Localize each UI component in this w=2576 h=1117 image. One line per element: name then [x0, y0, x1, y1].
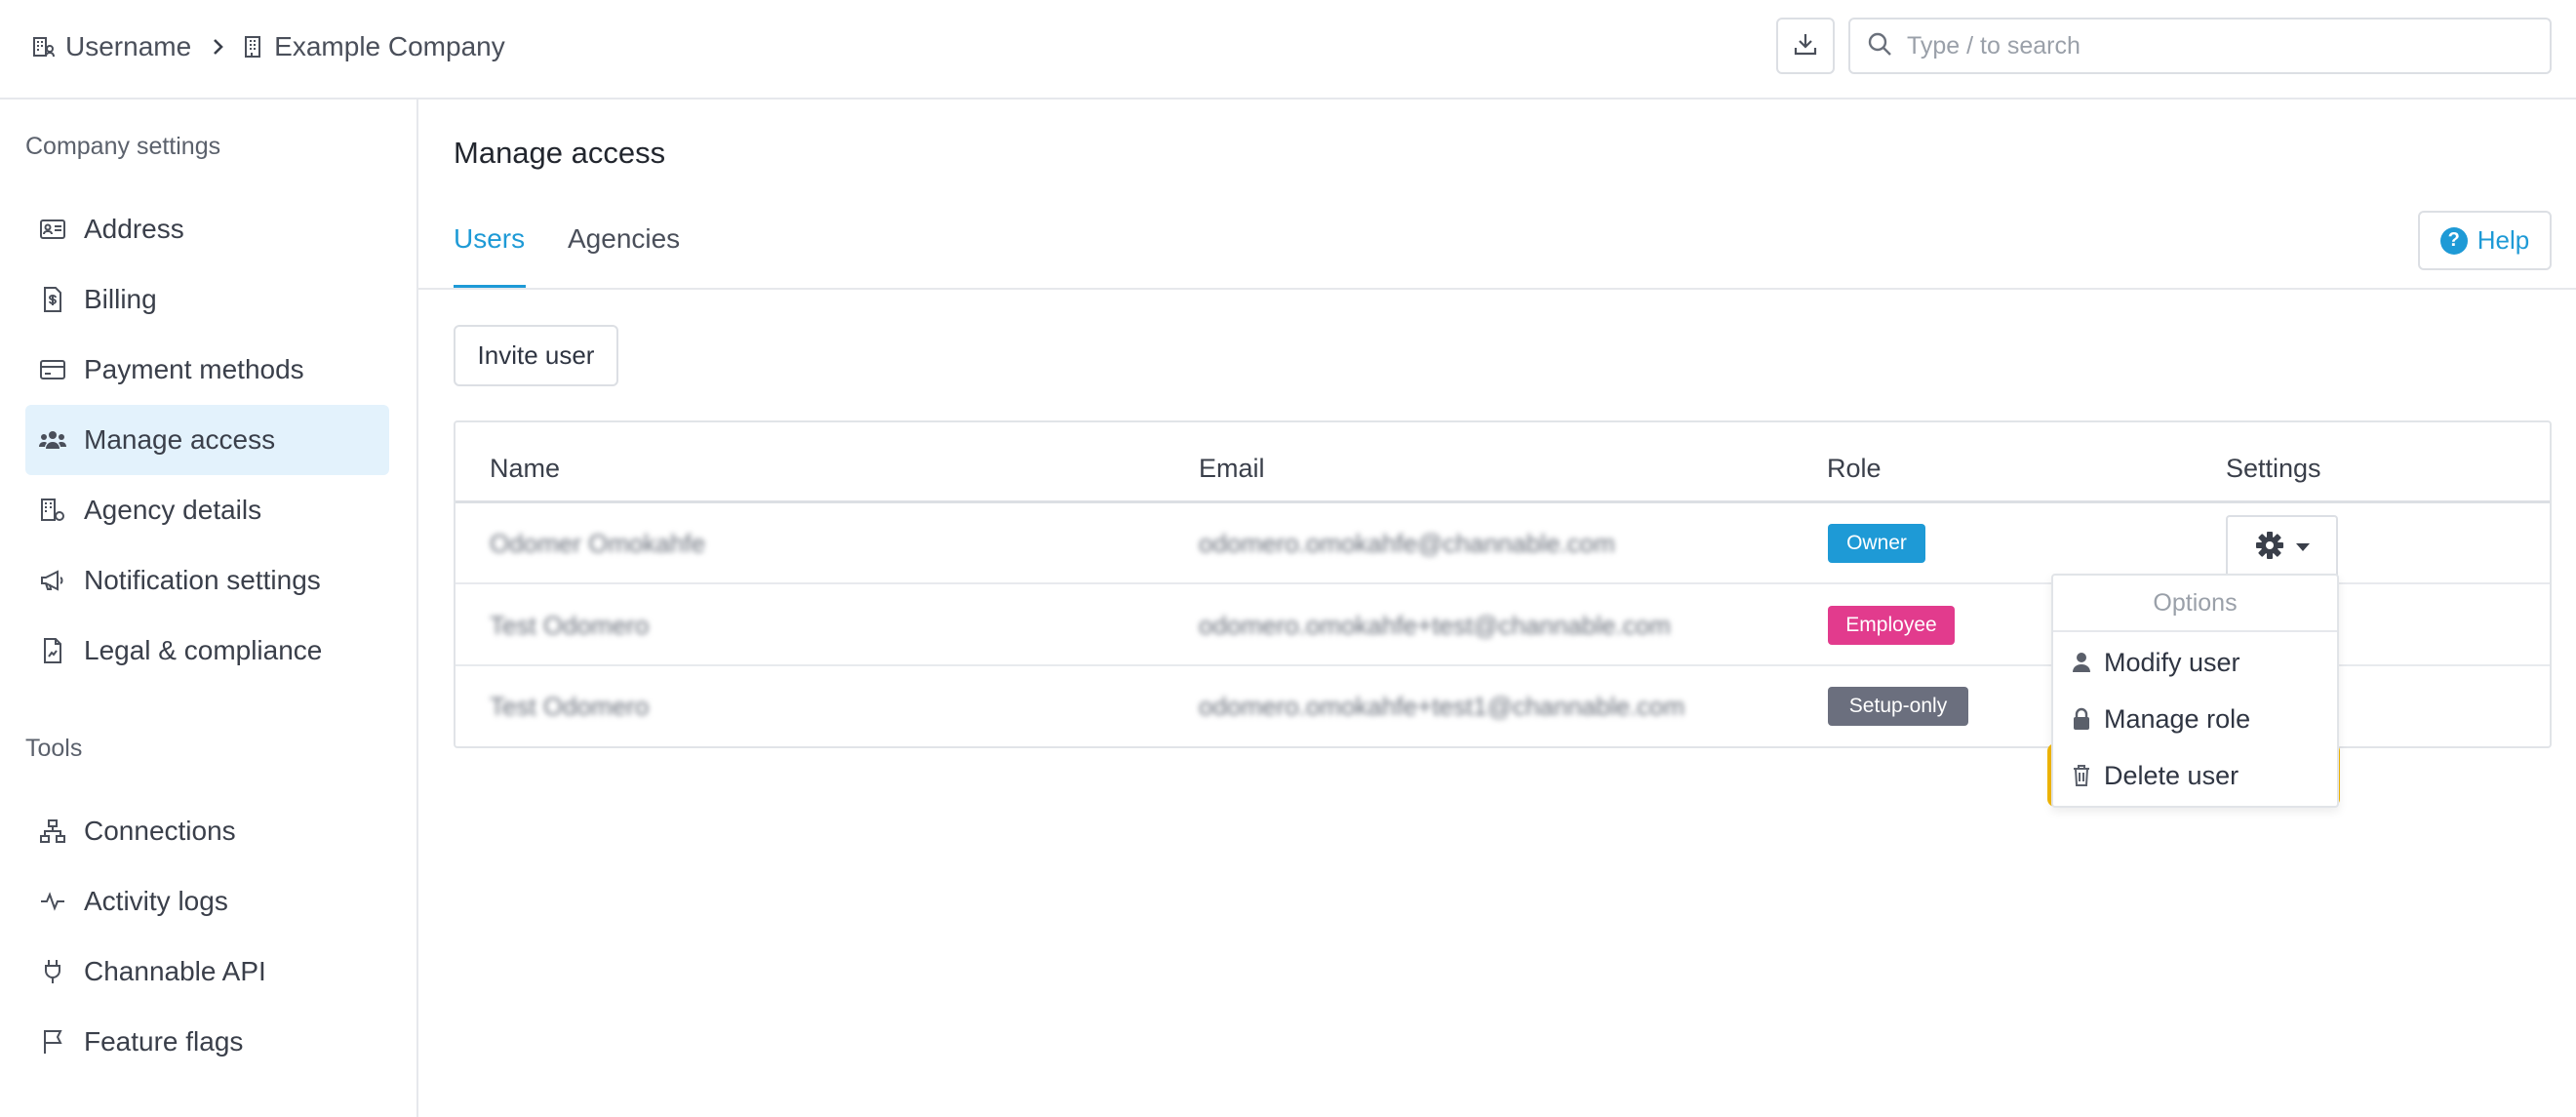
- address-card-icon: [37, 214, 68, 245]
- chevron-right-icon: [201, 35, 234, 59]
- tab-agencies[interactable]: Agencies: [568, 223, 680, 255]
- flag-icon: [37, 1026, 68, 1057]
- sidebar-item-billing[interactable]: Billing: [25, 264, 389, 335]
- sidebar-item-label: Feature flags: [84, 1026, 244, 1057]
- sidebar-item-feature-flags[interactable]: Feature flags: [25, 1007, 389, 1077]
- search-icon: [1866, 30, 1893, 62]
- sidebar-item-label: Activity logs: [84, 886, 228, 916]
- user-email: odomero.omokahfe@channable.com: [1199, 529, 1615, 558]
- breadcrumb-company[interactable]: Example Company: [274, 31, 505, 62]
- sidebar-item-label: Address: [84, 214, 184, 244]
- sidebar-item-label: Manage access: [84, 424, 276, 455]
- sidebar-item-legal-compliance[interactable]: Legal & compliance: [25, 616, 389, 686]
- trash-icon: [2071, 764, 2092, 787]
- menu-item-delete-user[interactable]: Delete user: [2053, 747, 2337, 804]
- sidebar-item-label: Payment methods: [84, 354, 304, 384]
- menu-item-modify-user[interactable]: Modify user: [2053, 634, 2337, 691]
- sidebar-item-label: Connections: [84, 816, 236, 846]
- gear-icon: [2254, 530, 2285, 566]
- caret-down-icon: [2295, 539, 2311, 557]
- breadcrumb: Username Example Company: [31, 27, 505, 66]
- users-icon: [37, 424, 68, 456]
- download-icon: [1792, 30, 1819, 62]
- user-icon: [2071, 651, 2092, 674]
- top-bar: Username Example Company: [0, 0, 2576, 100]
- user-name: Odomer Omokahfe: [490, 529, 706, 558]
- role-badge-setup-only: Setup-only: [1828, 687, 1968, 726]
- tabs-divider: [418, 288, 2576, 290]
- download-button[interactable]: [1776, 18, 1835, 74]
- invoice-icon: [37, 284, 68, 315]
- building-gear-icon: [37, 495, 68, 526]
- user-email: odomero.omokahfe+test1@channable.com: [1199, 692, 1685, 721]
- section-heading-tools: Tools: [25, 735, 83, 762]
- search-input[interactable]: [1907, 31, 2531, 60]
- sidebar-item-label: Channable API: [84, 956, 266, 986]
- menu-item-label: Modify user: [2104, 647, 2240, 677]
- lock-icon: [2071, 707, 2092, 731]
- sidebar-item-activity-logs[interactable]: Activity logs: [25, 866, 389, 937]
- sidebar-item-label: Notification settings: [84, 565, 321, 595]
- user-name: Test Odomero: [490, 611, 650, 640]
- document-icon: [37, 635, 68, 666]
- question-circle-icon: ?: [2439, 226, 2468, 255]
- sidebar-item-notification-settings[interactable]: Notification settings: [25, 545, 389, 616]
- breadcrumb-user[interactable]: Username: [65, 31, 191, 62]
- sidebar-item-agency-details[interactable]: Agency details: [25, 475, 389, 545]
- building-user-icon: [31, 34, 57, 60]
- page-title: Manage access: [454, 136, 666, 170]
- credit-card-icon: [37, 354, 68, 385]
- sidebar-item-label: Legal & compliance: [84, 635, 323, 665]
- sidebar-item-address[interactable]: Address: [25, 194, 389, 264]
- column-header-name: Name: [490, 454, 561, 483]
- table-header-divider: [456, 500, 2550, 503]
- plug-icon: [37, 956, 68, 987]
- sidebar-item-channable-api[interactable]: Channable API: [25, 937, 389, 1007]
- help-button[interactable]: ? Help: [2418, 211, 2552, 270]
- dropdown-header: Options: [2053, 576, 2337, 632]
- menu-item-label: Manage role: [2104, 703, 2251, 734]
- help-label: Help: [2477, 225, 2530, 255]
- building-icon: [240, 34, 265, 60]
- megaphone-icon: [37, 565, 68, 596]
- sidebar-item-label: Billing: [84, 284, 157, 314]
- search-box[interactable]: [1848, 18, 2552, 74]
- user-email: odomero.omokahfe+test@channable.com: [1199, 611, 1671, 640]
- column-header-email: Email: [1199, 454, 1265, 483]
- sidebar-item-payment-methods[interactable]: Payment methods: [25, 335, 389, 405]
- sidebar: Company settings Address Billing Payment…: [0, 100, 418, 1117]
- sidebar-item-label: Agency details: [84, 495, 262, 525]
- user-settings-button[interactable]: [2226, 515, 2338, 580]
- role-badge-employee: Employee: [1828, 606, 1955, 645]
- menu-item-manage-role[interactable]: Manage role: [2053, 691, 2337, 747]
- role-badge-owner: Owner: [1828, 524, 1925, 563]
- invite-user-button[interactable]: Invite user: [454, 325, 618, 386]
- tab-users[interactable]: Users: [454, 223, 525, 255]
- sidebar-item-connections[interactable]: Connections: [25, 796, 389, 866]
- user-name: Test Odomero: [490, 692, 650, 721]
- menu-item-label: Delete user: [2104, 760, 2239, 790]
- column-header-role: Role: [1827, 454, 1882, 483]
- sidebar-item-manage-access[interactable]: Manage access: [25, 405, 389, 475]
- pulse-icon: [37, 886, 68, 917]
- column-header-settings: Settings: [2226, 454, 2321, 483]
- section-heading-company-settings: Company settings: [25, 133, 221, 160]
- options-dropdown-menu: Options Modify user Manage role Delete u…: [2051, 574, 2339, 808]
- network-icon: [37, 816, 68, 847]
